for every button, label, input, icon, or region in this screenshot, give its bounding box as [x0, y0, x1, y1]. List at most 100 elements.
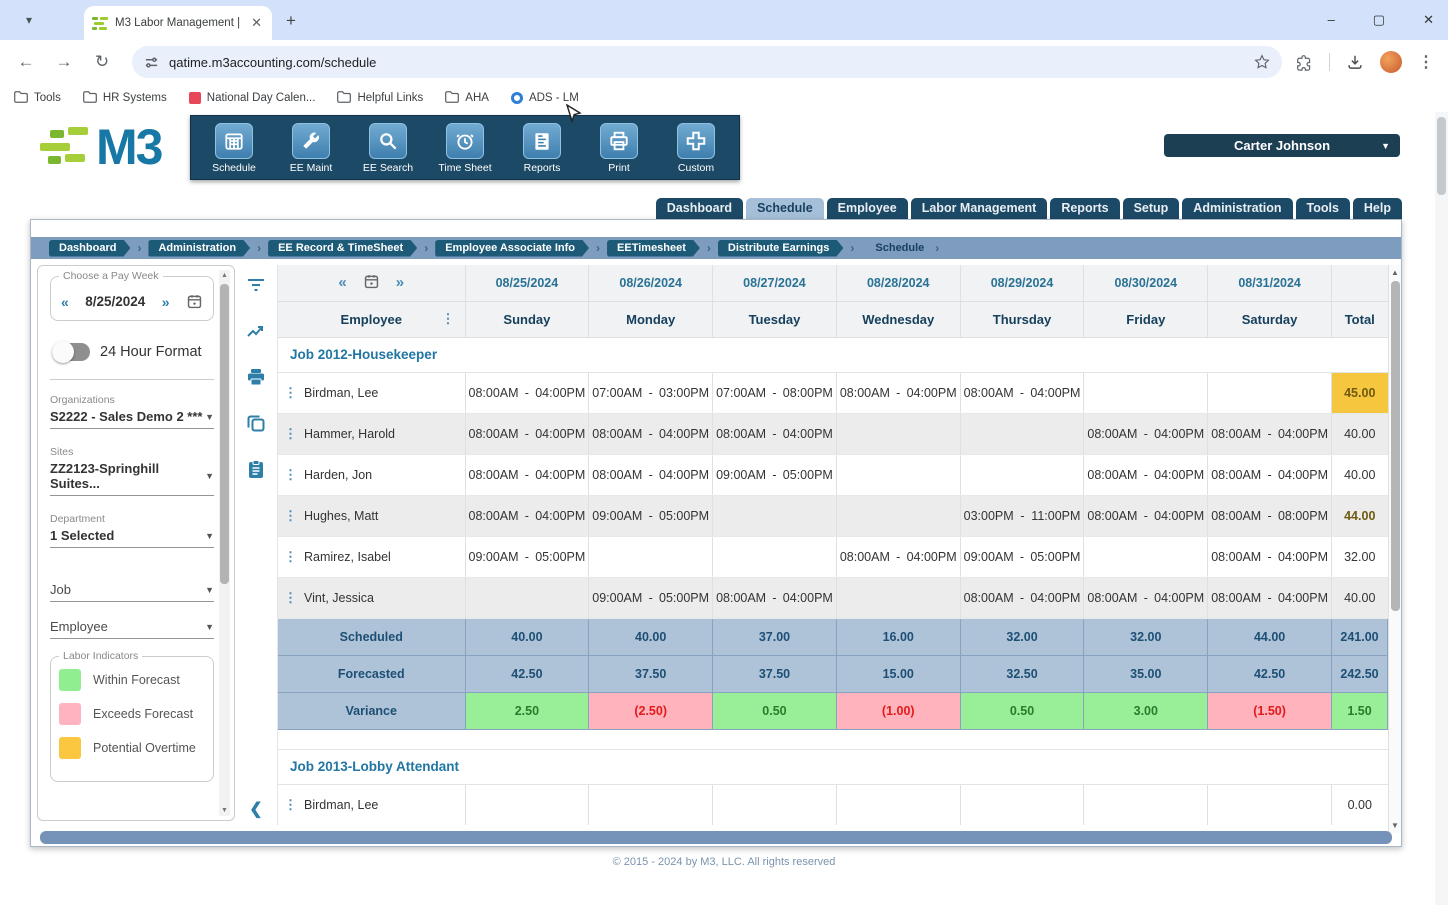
toolbar-button-ee-search[interactable]: EE Search	[355, 123, 421, 174]
bookmark-star-icon[interactable]	[1254, 54, 1270, 70]
filter-select[interactable]: 1 Selected▼	[50, 528, 214, 548]
profile-avatar[interactable]	[1380, 51, 1402, 73]
shift-cell[interactable]	[465, 577, 589, 618]
shift-cell[interactable]: 09:00AM-05:00PM	[713, 454, 837, 495]
scroll-up-icon[interactable]: ▲	[219, 272, 230, 279]
next-week-icon[interactable]: »	[396, 274, 404, 291]
bookmark-item[interactable]: Helpful Links	[337, 91, 423, 106]
prev-week-button[interactable]: «	[61, 294, 69, 310]
tab-reports[interactable]: Reports	[1050, 198, 1119, 219]
tab-administration[interactable]: Administration	[1182, 198, 1292, 219]
shift-cell[interactable]: 08:00AM-04:00PM	[1084, 454, 1208, 495]
copy-icon[interactable]	[246, 413, 266, 433]
tab-employee[interactable]: Employee	[827, 198, 908, 219]
24-hour-format-toggle[interactable]	[52, 343, 90, 361]
horizontal-scrollbar[interactable]	[33, 831, 1399, 844]
page-scrollbar-thumb[interactable]	[1437, 117, 1446, 195]
bookmark-item[interactable]: National Day Calen...	[189, 92, 316, 104]
shift-cell[interactable]: 08:00AM-04:00PM	[836, 536, 960, 577]
shift-cell[interactable]: 08:00AM-04:00PM	[589, 413, 713, 454]
toolbar-button-ee-maint[interactable]: EE Maint	[278, 123, 344, 174]
tab-close-icon[interactable]: ✕	[249, 15, 264, 31]
table-scrollbar-thumb[interactable]	[1391, 281, 1400, 611]
next-week-button[interactable]: »	[162, 294, 170, 310]
drag-handle-icon[interactable]: ⋮	[284, 385, 296, 400]
filter-select[interactable]: Job▼	[50, 582, 214, 602]
extensions-icon[interactable]	[1296, 54, 1313, 71]
shift-cell[interactable]	[1208, 372, 1332, 413]
new-tab-button[interactable]: +	[286, 11, 296, 31]
shift-cell[interactable]: 08:00AM-08:00PM	[1208, 495, 1332, 536]
tab-dashboard[interactable]: Dashboard	[656, 198, 743, 219]
forward-button[interactable]: →	[52, 52, 76, 72]
toolbar-button-schedule[interactable]: Schedule	[201, 123, 267, 174]
shift-cell[interactable]	[1084, 536, 1208, 577]
shift-cell[interactable]	[836, 495, 960, 536]
sidebar-scrollbar[interactable]: ▲ ▼	[219, 270, 230, 816]
shift-cell[interactable]: 09:00AM-05:00PM	[589, 577, 713, 618]
print-icon[interactable]	[246, 367, 266, 387]
browser-tab[interactable]: M3 Labor Management | Sched ✕	[84, 6, 272, 40]
shift-cell[interactable]: 08:00AM-04:00PM	[1084, 577, 1208, 618]
shift-cell[interactable]	[589, 536, 713, 577]
shift-cell[interactable]: 08:00AM-04:00PM	[589, 454, 713, 495]
tab-labor-management[interactable]: Labor Management	[911, 198, 1048, 219]
shift-cell[interactable]: 08:00AM-04:00PM	[836, 372, 960, 413]
breadcrumb-item[interactable]: Distribute Earnings	[718, 240, 843, 257]
drag-handle-icon[interactable]: ⋮	[284, 590, 296, 605]
breadcrumb-item[interactable]: Employee Associate Info	[435, 240, 589, 257]
shift-cell[interactable]: 09:00AM-05:00PM	[589, 495, 713, 536]
shift-cell[interactable]: 08:00AM-04:00PM	[960, 372, 1084, 413]
shift-cell[interactable]: 08:00AM-04:00PM	[713, 413, 837, 454]
filter-icon[interactable]	[246, 275, 266, 295]
pay-week-date[interactable]: 8/25/2024	[85, 294, 145, 309]
toolbar-button-custom[interactable]: Custom	[663, 123, 729, 174]
shift-cell[interactable]	[713, 536, 837, 577]
drag-handle-icon[interactable]: ⋮	[284, 467, 296, 482]
tab-search-button[interactable]: ▾	[16, 7, 42, 33]
shift-cell[interactable]: 09:00AM-05:00PM	[465, 536, 589, 577]
shift-cell[interactable]: 03:00PM-11:00PM	[960, 495, 1084, 536]
shift-cell[interactable]	[465, 784, 589, 825]
collapse-sidebar-icon[interactable]: ❮	[249, 799, 262, 819]
shift-cell[interactable]: 08:00AM-04:00PM	[713, 577, 837, 618]
shift-cell[interactable]: 08:00AM-04:00PM	[465, 372, 589, 413]
shift-cell[interactable]	[1084, 372, 1208, 413]
horizontal-scrollbar-thumb[interactable]	[40, 831, 1392, 844]
shift-cell[interactable]	[836, 577, 960, 618]
filter-select[interactable]: ZZ2123-Springhill Suites...▼	[50, 461, 214, 496]
scroll-up-icon[interactable]: ▲	[1389, 268, 1401, 277]
tab-setup[interactable]: Setup	[1123, 198, 1180, 219]
shift-cell[interactable]: 08:00AM-04:00PM	[1084, 495, 1208, 536]
column-menu-icon[interactable]: ⋮	[442, 311, 455, 327]
drag-handle-icon[interactable]: ⋮	[284, 426, 296, 441]
shift-cell[interactable]	[713, 495, 837, 536]
shift-cell[interactable]	[713, 784, 837, 825]
window-maximize-button[interactable]: ▢	[1373, 12, 1385, 28]
toolbar-button-time-sheet[interactable]: Time Sheet	[432, 123, 498, 174]
shift-cell[interactable]: 08:00AM-04:00PM	[1084, 413, 1208, 454]
toolbar-button-reports[interactable]: Reports	[509, 123, 575, 174]
shift-cell[interactable]: 08:00AM-04:00PM	[465, 413, 589, 454]
toolbar-button-print[interactable]: Print	[586, 123, 652, 174]
shift-cell[interactable]: 08:00AM-04:00PM	[1208, 536, 1332, 577]
page-scrollbar[interactable]	[1435, 112, 1448, 905]
calendar-icon[interactable]	[186, 293, 203, 310]
clipboard-icon[interactable]	[246, 459, 266, 479]
prev-week-icon[interactable]: «	[338, 274, 346, 291]
shift-cell[interactable]: 07:00AM-03:00PM	[589, 372, 713, 413]
breadcrumb-item[interactable]: EETimesheet	[607, 240, 700, 257]
shift-cell[interactable]	[960, 413, 1084, 454]
breadcrumb-item[interactable]: Dashboard	[49, 240, 130, 257]
shift-cell[interactable]: 07:00AM-08:00PM	[713, 372, 837, 413]
shift-cell[interactable]	[1084, 784, 1208, 825]
bookmark-item[interactable]: HR Systems	[83, 91, 167, 106]
shift-cell[interactable]	[960, 784, 1084, 825]
calendar-icon[interactable]	[363, 274, 380, 291]
bookmark-item[interactable]: Tools	[14, 91, 61, 106]
drag-handle-icon[interactable]: ⋮	[284, 797, 296, 812]
shift-cell[interactable]	[836, 413, 960, 454]
window-minimize-button[interactable]: –	[1328, 12, 1335, 28]
drag-handle-icon[interactable]: ⋮	[284, 508, 296, 523]
scroll-down-icon[interactable]: ▼	[1389, 821, 1401, 830]
